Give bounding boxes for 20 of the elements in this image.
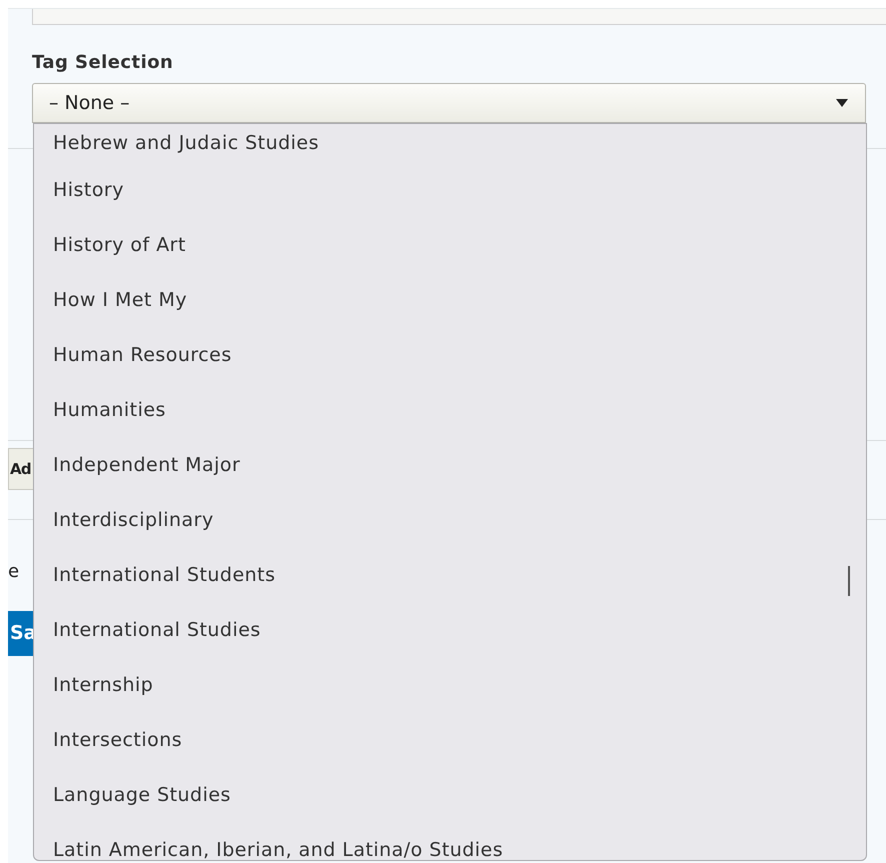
dropdown-option[interactable]: History [53,176,124,205]
dropdown-option[interactable]: How I Met My [53,286,188,315]
dropdown-option[interactable]: International Studies [53,616,261,645]
dropdown-option[interactable]: Humanities [53,396,166,425]
help-text: e [8,561,20,582]
dropdown-option[interactable]: International Students [53,561,276,590]
field-label: Tag Selection [32,51,174,75]
dropdown-option[interactable]: Language Studies [53,781,231,810]
text-field[interactable] [32,9,886,25]
dropdown-option[interactable]: History of Art [53,231,186,260]
dropdown-option[interactable]: Independent Major [53,451,240,480]
dropdown-option[interactable]: Latin American, Iberian, and Latina/o Studies [53,836,504,860]
dropdown-option[interactable]: Intersections [53,726,182,755]
tag-select[interactable]: – None – [32,83,866,123]
dropdown-arrow-icon [835,98,849,108]
dropdown-option[interactable]: Internship [53,671,154,700]
scrollbar-thumb[interactable] [848,566,850,596]
dropdown-option[interactable]: Human Resources [53,341,232,370]
dropdown-option[interactable]: Interdisciplinary [53,506,214,535]
dropdown-option[interactable]: Hebrew and Judaic Studies [53,129,319,158]
